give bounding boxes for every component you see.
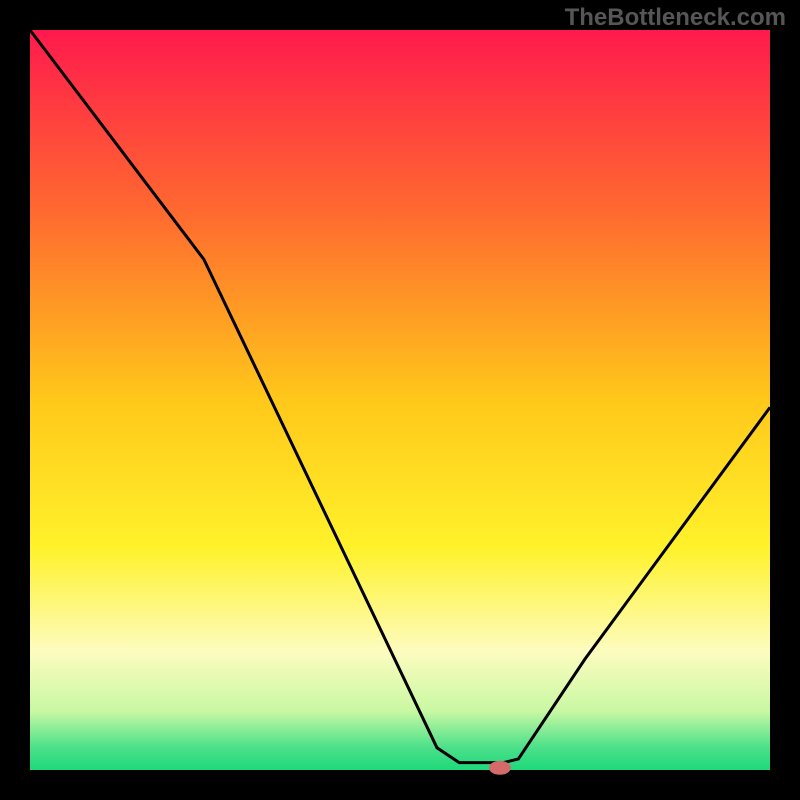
optimal-marker	[489, 761, 511, 775]
chart-frame: { "watermark": "TheBottleneck.com", "cha…	[0, 0, 800, 800]
plot-background	[30, 30, 770, 770]
watermark-text: TheBottleneck.com	[565, 4, 786, 32]
bottleneck-chart	[0, 0, 800, 800]
